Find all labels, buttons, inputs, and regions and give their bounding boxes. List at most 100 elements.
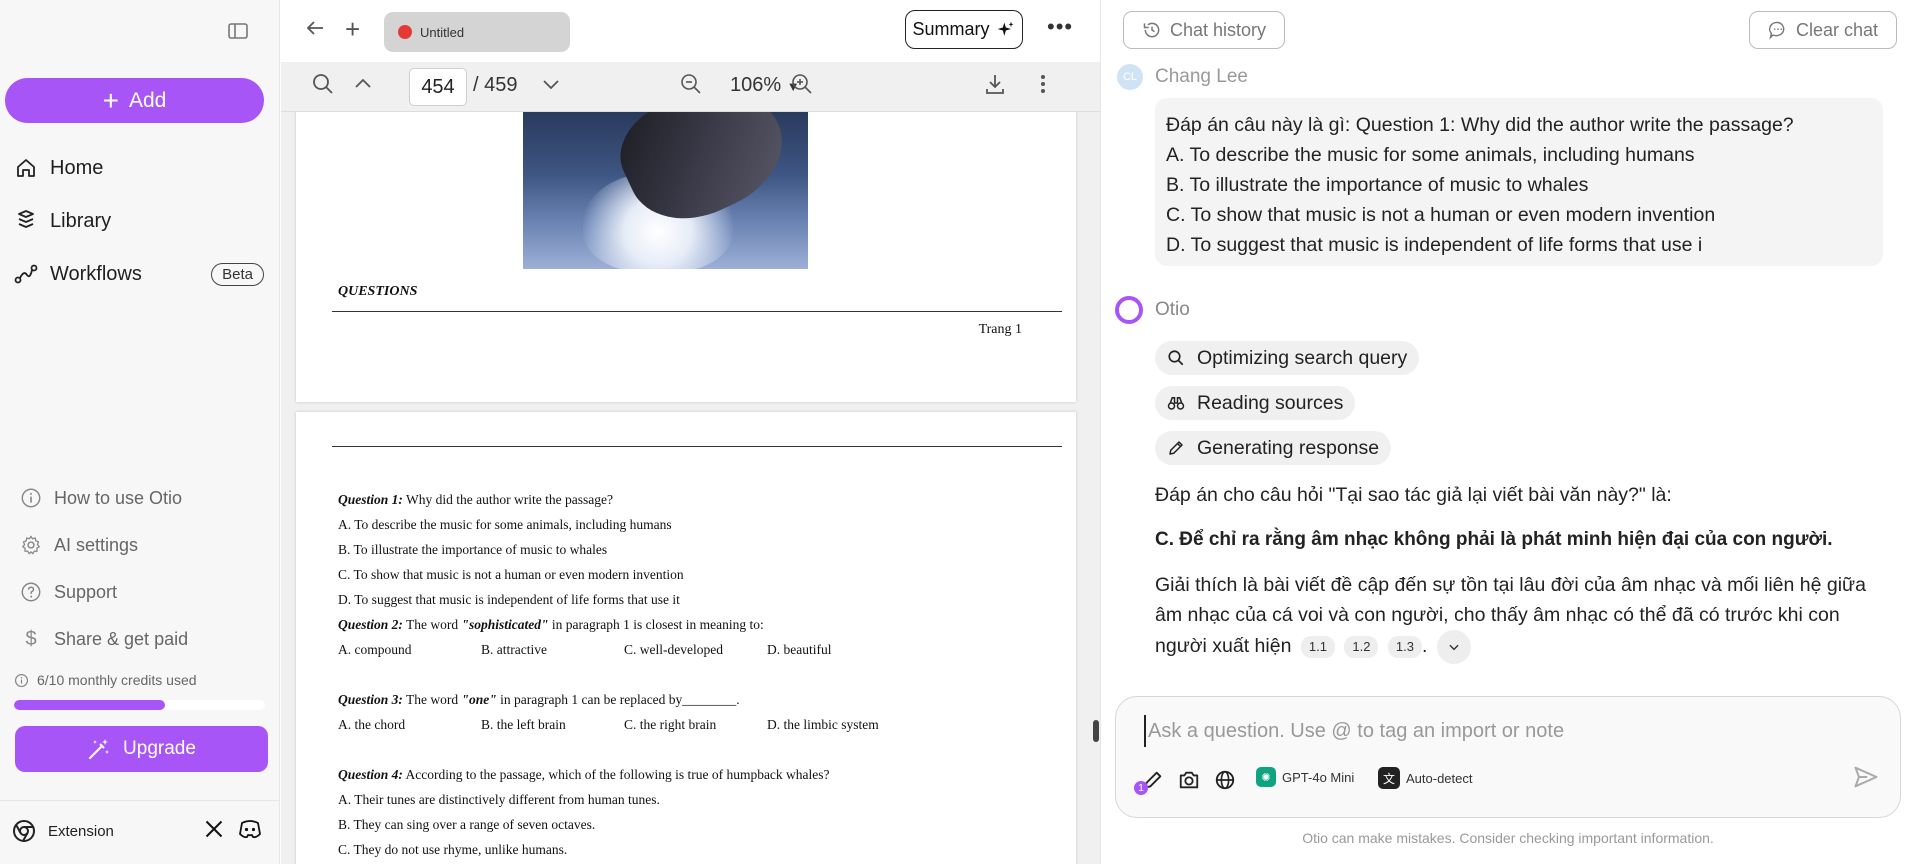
scrollbar-thumb[interactable] bbox=[1093, 720, 1099, 742]
sidebar-item-workflows[interactable]: Workflows Beta bbox=[14, 256, 264, 292]
add-label: Add bbox=[128, 88, 167, 112]
search-icon[interactable] bbox=[311, 72, 335, 101]
notification-badge: 1 bbox=[1134, 781, 1148, 795]
credits-info: 6/10 monthly credits used bbox=[14, 672, 197, 688]
upgrade-button[interactable]: Upgrade bbox=[15, 726, 268, 772]
model-select[interactable]: ✺ GPT-4o Mini bbox=[1256, 767, 1354, 787]
language-select[interactable]: 文 Auto-detect bbox=[1378, 767, 1473, 789]
binoculars-icon bbox=[1167, 397, 1185, 410]
upgrade-label: Upgrade bbox=[123, 738, 196, 759]
chat-panel: Chat history Clear chat CL Chang Lee Đáp… bbox=[1100, 0, 1914, 864]
share-get-paid-link[interactable]: $ Share & get paid bbox=[20, 623, 188, 655]
user-message-bubble: Đáp án câu này là gì: Question 1: Why di… bbox=[1155, 98, 1883, 266]
question-label: Question 2: bbox=[338, 617, 403, 632]
option: A. Their tunes are distinctively differe… bbox=[338, 792, 660, 807]
info-icon bbox=[14, 673, 29, 687]
document-viewer: + Untitled Summary ••• / 459 106% ▼ bbox=[281, 0, 1100, 864]
zoom-value: 106% bbox=[730, 74, 782, 96]
back-arrow-icon[interactable] bbox=[303, 16, 327, 47]
step-label: Optimizing search query bbox=[1197, 346, 1408, 369]
divider bbox=[332, 311, 1062, 312]
sidebar-footer: Extension bbox=[0, 800, 280, 864]
new-tab-plus-icon[interactable]: + bbox=[345, 14, 360, 45]
chat-input-box: 1 ✺ GPT-4o Mini 文 Auto-detect bbox=[1115, 696, 1901, 818]
page-footer: Trang 1 bbox=[978, 322, 1022, 337]
download-icon[interactable] bbox=[983, 72, 1007, 101]
expand-chevron-icon[interactable] bbox=[1436, 630, 1471, 664]
dollar-icon: $ bbox=[25, 627, 37, 650]
message-line: D. To suggest that music is independent … bbox=[1166, 234, 1703, 256]
question-2: Question 2: The word "sophisticated" in … bbox=[338, 617, 764, 633]
question-keyword: "one" bbox=[461, 692, 497, 707]
option: C. To show that music is not a human or … bbox=[338, 567, 684, 582]
step-label: Generating response bbox=[1197, 436, 1380, 459]
kebab-menu-icon[interactable] bbox=[1033, 72, 1053, 101]
add-button[interactable]: + Add bbox=[5, 78, 264, 123]
send-icon[interactable] bbox=[1852, 763, 1880, 796]
clear-chat-label: Clear chat bbox=[1795, 19, 1879, 40]
step-label: Reading sources bbox=[1197, 391, 1344, 414]
link-label: Support bbox=[54, 581, 118, 602]
sidebar-item-label: Library bbox=[50, 209, 112, 232]
divider bbox=[332, 446, 1062, 447]
sidebar-item-home[interactable]: Home bbox=[14, 150, 264, 186]
sidebar-item-library[interactable]: Library bbox=[14, 203, 264, 239]
citation-chip[interactable]: 1.2 bbox=[1344, 636, 1379, 658]
ai-settings-link[interactable]: AI settings bbox=[20, 529, 138, 561]
extension-label: Extension bbox=[48, 822, 114, 840]
library-icon bbox=[18, 210, 34, 228]
pdf-page: QUESTIONS Trang 1 bbox=[296, 112, 1076, 402]
pencil-tool-icon[interactable]: 1 bbox=[1134, 767, 1166, 795]
pdf-status-dot-icon bbox=[398, 25, 412, 39]
link-label: Share & get paid bbox=[54, 628, 189, 649]
step-chip: Generating response bbox=[1155, 431, 1392, 465]
question-1: Question 1: Why did the author write the… bbox=[338, 492, 613, 508]
document-tab[interactable]: Untitled bbox=[384, 12, 570, 52]
bot-message-header: Otio bbox=[1115, 296, 1190, 324]
sidebar-item-label: Workflows bbox=[50, 262, 142, 285]
discord-icon[interactable] bbox=[238, 819, 262, 844]
avatar: CL bbox=[1117, 64, 1143, 90]
option: B. To illustrate the importance of music… bbox=[338, 542, 608, 557]
collapse-sidebar-icon[interactable] bbox=[224, 18, 252, 44]
citation-chip[interactable]: 1.3 bbox=[1387, 636, 1422, 658]
support-link[interactable]: Support bbox=[20, 576, 117, 608]
chat-input[interactable] bbox=[1144, 715, 1864, 747]
option: C. the right brain bbox=[624, 717, 717, 732]
option: C. well-developed bbox=[624, 642, 723, 657]
summary-button[interactable]: Summary bbox=[905, 10, 1023, 49]
credits-progress-bar bbox=[14, 700, 265, 710]
clear-chat-button[interactable]: Clear chat bbox=[1749, 11, 1897, 49]
x-twitter-icon[interactable] bbox=[204, 819, 224, 845]
zoom-in-icon[interactable] bbox=[790, 72, 814, 101]
message-line: B. To illustrate the importance of music… bbox=[1166, 174, 1589, 196]
question-text: in paragraph 1 can be replaced by_______… bbox=[496, 692, 740, 707]
page-total: / 459 bbox=[473, 74, 518, 96]
how-to-use-link[interactable]: How to use Otio bbox=[20, 482, 182, 514]
user-message-header: CL Chang Lee bbox=[1117, 64, 1248, 90]
chrome-extension-icon bbox=[13, 820, 35, 842]
question-4: Question 4: According to the passage, wh… bbox=[338, 767, 830, 783]
question-label: Question 1: bbox=[338, 492, 403, 507]
extension-link[interactable]: Extension bbox=[12, 819, 114, 843]
zoom-out-icon[interactable] bbox=[679, 72, 703, 101]
question-label: Question 3: bbox=[338, 692, 403, 707]
chevron-up-icon[interactable] bbox=[351, 72, 375, 101]
answer-highlight: C. Để chỉ ra rằng âm nhạc không phải là … bbox=[1155, 529, 1833, 550]
chevron-down-icon[interactable] bbox=[539, 72, 563, 101]
camera-icon[interactable] bbox=[1176, 767, 1202, 793]
search-icon bbox=[1168, 350, 1184, 366]
sidebar-item-label: Home bbox=[50, 156, 104, 179]
chat-bubble-icon bbox=[1768, 21, 1785, 40]
option: D. beautiful bbox=[767, 642, 832, 657]
more-options-icon[interactable]: ••• bbox=[1047, 14, 1073, 40]
globe-icon[interactable] bbox=[1212, 767, 1238, 793]
workflows-icon bbox=[14, 264, 38, 284]
answer-text: Giải thích là bài viết đề cập đến sự tồn… bbox=[1155, 574, 1866, 658]
pdf-pages[interactable]: QUESTIONS Trang 1 Question 1: Why did th… bbox=[281, 112, 1100, 864]
citation-chip[interactable]: 1.1 bbox=[1300, 636, 1335, 658]
sidebar: + Add Home Library Workflows Beta How to… bbox=[0, 0, 280, 864]
page-number-input[interactable] bbox=[409, 68, 467, 106]
chat-history-button[interactable]: Chat history bbox=[1123, 11, 1285, 49]
answer-explanation: Giải thích là bài viết đề cập đến sự tồn… bbox=[1155, 570, 1885, 664]
